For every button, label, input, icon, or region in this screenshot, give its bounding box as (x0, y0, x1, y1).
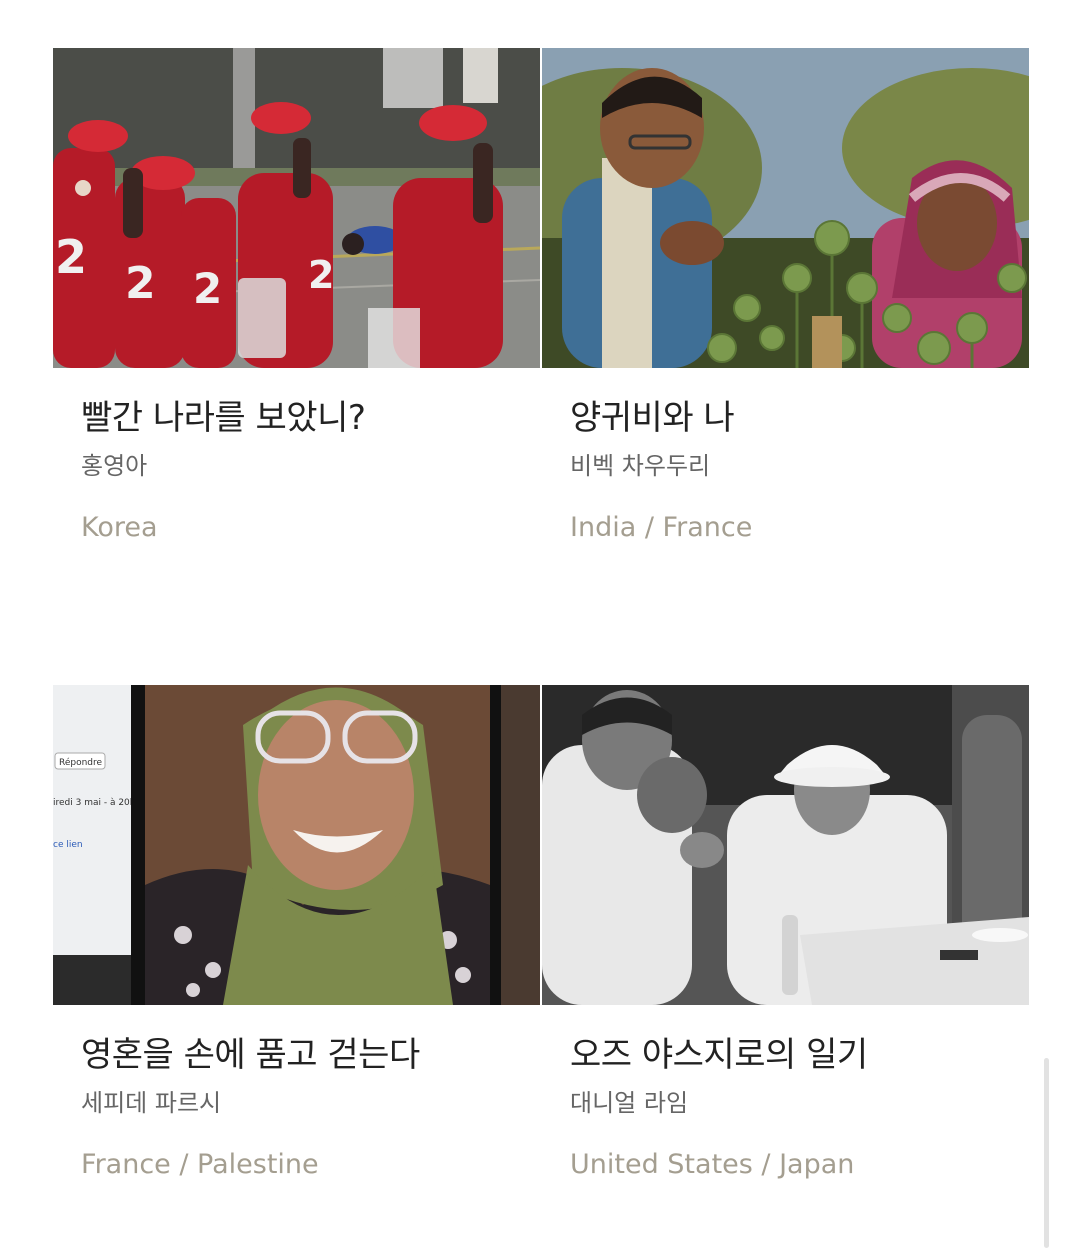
film-thumbnail[interactable] (542, 48, 1029, 368)
film-country: Korea (81, 512, 158, 543)
film-title[interactable]: 영혼을 손에 품고 걷는다 (81, 1033, 540, 1077)
scrollbar[interactable] (1044, 1058, 1049, 1248)
vest-number: 2 (125, 258, 156, 309)
film-director: 대니얼 라임 (570, 1089, 689, 1117)
film-director: 세피데 파르시 (81, 1089, 222, 1117)
email-date-text: iredi 3 mai - à 20h (53, 798, 136, 808)
film-director: 홍영아 (81, 452, 148, 480)
film-director: 비벡 차우두리 (570, 452, 711, 480)
film-country: India / France (570, 512, 753, 543)
film-card[interactable]: Répondre iredi 3 mai - à 20h ce lien 영혼을… (53, 685, 540, 1183)
film-title[interactable]: 오즈 야스지로의 일기 (570, 1033, 1029, 1077)
film-thumbnail[interactable]: Répondre iredi 3 mai - à 20h ce lien (53, 685, 540, 1005)
email-link-text: ce lien (53, 840, 83, 850)
film-thumbnail[interactable] (542, 685, 1029, 1005)
film-country: France / Palestine (81, 1149, 319, 1180)
vest-number: 2 (308, 253, 334, 297)
film-card[interactable]: 오즈 야스지로의 일기 대니얼 라임 United States / Japan (542, 685, 1029, 1183)
film-card[interactable]: 2 2 2 2 빨간 나라를 보았니? 홍영아 Korea (53, 48, 540, 546)
film-card[interactable]: 양귀비와 나 비벡 차우두리 India / France (542, 48, 1029, 546)
email-reply-text: Répondre (59, 757, 103, 768)
film-title[interactable]: 빨간 나라를 보았니? (81, 396, 540, 440)
vest-number: 2 (193, 264, 222, 313)
film-title[interactable]: 양귀비와 나 (570, 396, 1029, 440)
film-thumbnail[interactable]: 2 2 2 2 (53, 48, 540, 368)
vest-number: 2 (55, 230, 87, 284)
film-country: United States / Japan (570, 1149, 855, 1180)
